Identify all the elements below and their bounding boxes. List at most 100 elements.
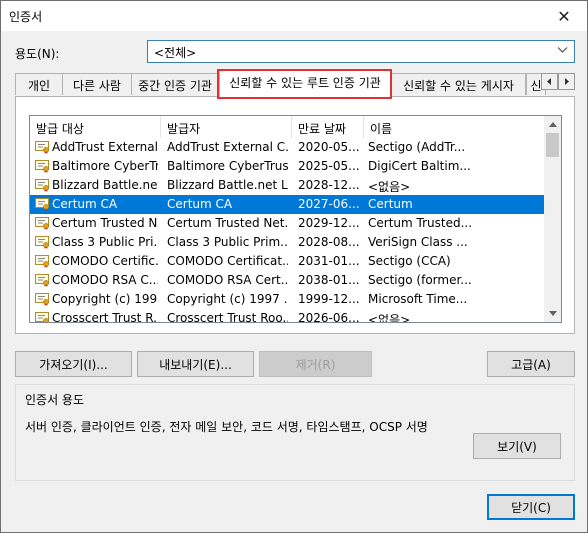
advanced-button[interactable]: 고급(A) — [487, 351, 575, 377]
cell-issued-by: Blizzard Battle.net L... — [167, 178, 288, 192]
cell-issued-by: Certum Trusted Net... — [167, 216, 288, 230]
cell-issued-to: Crosscert Trust R... — [52, 311, 158, 323]
table-row[interactable]: Certum CA Certum CA 2027-06... Certum — [30, 195, 545, 214]
cell-issued-by: Certum CA — [167, 197, 233, 211]
cell-issued-by: COMODO Certificat... — [167, 254, 288, 268]
tab-label: 중간 인증 기관 — [138, 79, 212, 93]
scroll-down-icon[interactable] — [544, 305, 561, 322]
table-row[interactable]: Blizzard Battle.net... Blizzard Battle.ne… — [30, 176, 545, 195]
column-header-expiration-date[interactable]: 만료 날짜 — [292, 116, 364, 138]
chevron-down-icon — [557, 44, 568, 58]
tab-label: 개인 — [27, 79, 51, 93]
group-title: 인증서 용도 — [25, 391, 85, 408]
certificate-icon — [35, 197, 50, 211]
title-bar: 인증서 ✕ — [1, 1, 587, 31]
cell-name: <없음> — [368, 313, 411, 323]
certificate-icon — [35, 235, 50, 249]
list-header: 발급 대상 발급자 만료 날짜 이름 — [30, 116, 545, 138]
store-tabs: 개인 다른 사람 중간 인증 기관 신뢰할 수 있는 루트 인증 기관 신뢰할 … — [15, 70, 575, 97]
certificate-icon — [35, 140, 50, 154]
table-row[interactable]: Copyright (c) 199... Copyright (c) 1997 .… — [30, 290, 545, 309]
certificate-icon — [35, 292, 50, 306]
import-button[interactable]: 가져오기(I)... — [15, 351, 132, 377]
view-button[interactable]: 보기(V) — [473, 433, 561, 459]
cell-name: Microsoft Time... — [368, 292, 468, 306]
cell-expires: 2028-08... — [298, 235, 360, 249]
tab-intermediate-ca[interactable]: 중간 인증 기관 — [131, 73, 219, 95]
certificate-list[interactable]: 발급 대상 발급자 만료 날짜 이름 AddTrust External... A… — [29, 115, 562, 323]
close-window-button[interactable]: ✕ — [541, 1, 587, 31]
export-button[interactable]: 내보내기(E)... — [137, 351, 254, 377]
column-header-issued-to[interactable]: 발급 대상 — [30, 116, 161, 138]
cell-expires: 1999-12... — [298, 292, 360, 306]
cell-issued-to: Class 3 Public Pri... — [52, 235, 158, 249]
table-row[interactable]: COMODO Certific... COMODO Certificat... 20… — [30, 252, 545, 271]
cell-issued-to: COMODO Certific... — [52, 254, 158, 268]
table-row[interactable]: Crosscert Trust R... Crosscert Trust Roo.… — [30, 309, 545, 323]
cell-issued-to: Copyright (c) 199... — [52, 292, 158, 306]
tab-scroll-left-button[interactable] — [541, 73, 558, 90]
cell-name: Sectigo (former... — [368, 273, 472, 287]
cell-issued-by: Copyright (c) 1997 ... — [167, 292, 288, 306]
cell-name: Sectigo (CCA) — [368, 254, 451, 268]
certificate-icon — [35, 178, 50, 192]
cell-issued-by: Class 3 Public Prim... — [167, 235, 288, 249]
cell-issued-to: Baltimore CyberTr... — [52, 159, 158, 173]
column-header-issued-by[interactable]: 발급자 — [161, 116, 292, 138]
column-header-friendly-name[interactable]: 이름 — [364, 116, 545, 138]
purpose-dropdown[interactable]: <전체> — [147, 40, 575, 63]
cell-issued-to: Certum CA — [52, 197, 118, 211]
cell-expires: 2031-01... — [298, 254, 360, 268]
tab-personal[interactable]: 개인 — [15, 73, 63, 95]
certificate-icon — [35, 216, 50, 230]
tab-label: 다른 사람 — [73, 79, 121, 93]
scrollbar-thumb[interactable] — [546, 133, 559, 157]
cell-expires: 2029-12... — [298, 216, 360, 230]
close-button[interactable]: 닫기(C) — [487, 494, 575, 520]
cell-issued-to: Certum Trusted N... — [52, 216, 158, 230]
certificate-purposes-text: 서버 인증, 클라이언트 인증, 전자 메일 보안, 코드 서명, 타임스탬프,… — [25, 420, 428, 434]
certificates-dialog: 인증서 ✕ 용도(N): <전체> 개인 다른 사람 중간 인증 기관 신뢰할 … — [0, 0, 588, 533]
cell-issued-to: COMODO RSA C... — [52, 273, 158, 287]
purpose-selected-value: <전체> — [154, 46, 197, 60]
cell-name: VeriSign Class ... — [368, 235, 468, 249]
cell-issued-by: Crosscert Trust Roo... — [167, 311, 288, 323]
cell-expires: 2027-06... — [298, 197, 360, 211]
tab-label: 신뢰할 수 있는 게시자 — [403, 79, 514, 93]
tab-trusted-publishers[interactable]: 신뢰할 수 있는 게시자 — [391, 73, 526, 95]
cell-expires: 2026-06... — [298, 311, 360, 323]
cell-name: DigiCert Baltim... — [368, 159, 471, 173]
cell-name: Certum Trusted... — [368, 216, 473, 230]
purpose-label: 용도(N): — [15, 47, 60, 61]
tab-trusted-root-ca[interactable]: 신뢰할 수 있는 루트 인증 기관 — [219, 70, 391, 97]
cell-name: Sectigo (AddTr... — [368, 140, 466, 154]
tab-scroll-right-button[interactable] — [558, 73, 575, 90]
cell-issued-by: Baltimore CyberTrus... — [167, 159, 288, 173]
tab-other-people[interactable]: 다른 사람 — [62, 73, 132, 95]
cell-issued-to: Blizzard Battle.net... — [52, 178, 158, 192]
table-row[interactable]: Baltimore CyberTr... Baltimore CyberTrus.… — [30, 157, 545, 176]
tab-panel: 발급 대상 발급자 만료 날짜 이름 AddTrust External... A… — [15, 96, 575, 334]
certificate-icon — [35, 311, 50, 322]
cell-expires: 2028-12... — [298, 178, 360, 192]
cell-issued-by: AddTrust External C... — [167, 140, 288, 154]
table-row[interactable]: COMODO RSA C... COMODO RSA Cert... 2038-01… — [30, 271, 545, 290]
scroll-up-icon[interactable] — [544, 116, 561, 133]
table-row[interactable]: AddTrust External... AddTrust External C.… — [30, 138, 545, 157]
cell-expires: 2038-01... — [298, 273, 360, 287]
cell-name: <없음> — [368, 180, 411, 194]
certificate-icon — [35, 159, 50, 173]
tab-label: 신뢰할 수 있는 루트 인증 기관 — [229, 76, 381, 90]
remove-button[interactable]: 제거(R) — [259, 351, 372, 377]
cell-issued-to: AddTrust External... — [52, 140, 158, 154]
table-row[interactable]: Certum Trusted N... Certum Trusted Net...… — [30, 214, 545, 233]
tab-label: 신 — [530, 79, 542, 93]
table-row[interactable]: Class 3 Public Pri... Class 3 Public Prim… — [30, 233, 545, 252]
cell-issued-by: COMODO RSA Cert... — [167, 273, 288, 287]
cell-name: Certum — [368, 197, 413, 211]
certificate-icon — [35, 254, 50, 268]
cell-expires: 2025-05... — [298, 159, 360, 173]
cell-expires: 2020-05... — [298, 140, 360, 154]
vertical-scrollbar[interactable] — [544, 116, 561, 322]
certificate-icon — [35, 273, 50, 287]
